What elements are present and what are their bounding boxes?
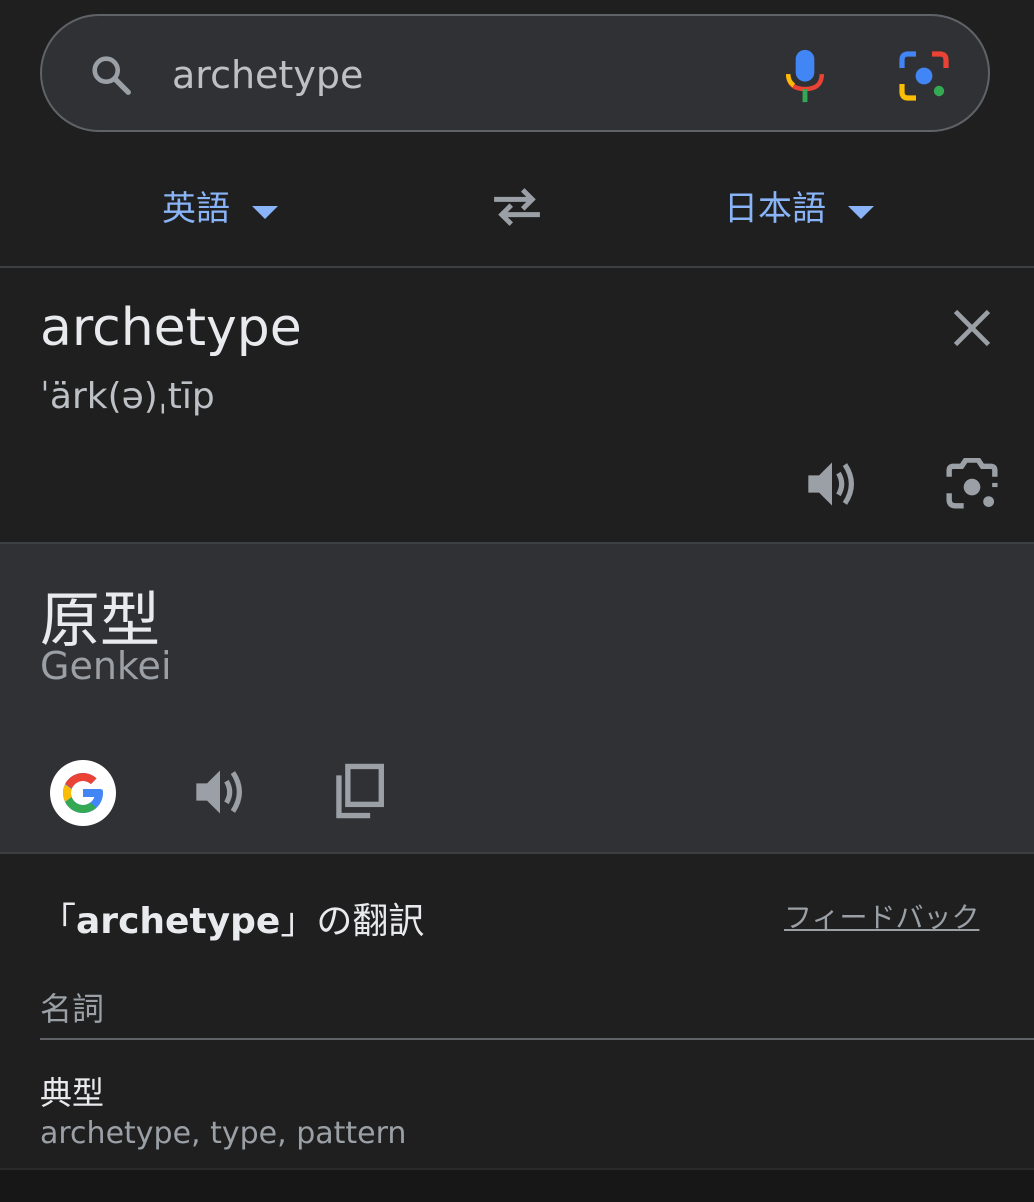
translation-result-panel: 原型 Genkei bbox=[0, 544, 1034, 854]
search-bar[interactable]: archetype bbox=[40, 14, 990, 132]
part-of-speech-label: 名詞 bbox=[40, 990, 105, 1028]
chevron-down-icon bbox=[848, 205, 874, 219]
heading-prefix: 「 bbox=[40, 901, 77, 942]
source-panel: archetype ˈärk(ə)ˌtīp bbox=[0, 268, 1034, 544]
camera-lens-icon[interactable] bbox=[944, 458, 1000, 512]
language-bar: 英語 日本語 bbox=[0, 156, 1034, 268]
source-text[interactable]: archetype bbox=[40, 298, 302, 358]
google-lens-icon[interactable] bbox=[898, 50, 950, 102]
chevron-down-icon bbox=[252, 205, 278, 219]
search-icon[interactable] bbox=[88, 52, 134, 98]
bottom-edge bbox=[0, 1168, 1034, 1202]
speaker-icon[interactable] bbox=[192, 766, 248, 818]
swap-languages-icon[interactable] bbox=[490, 186, 544, 228]
google-g-icon bbox=[63, 773, 103, 813]
translation-entry-word: 典型 bbox=[40, 1074, 105, 1112]
heading-suffix: 」の翻訳 bbox=[280, 901, 425, 942]
source-language-selector[interactable]: 英語 bbox=[162, 184, 278, 234]
target-language-selector[interactable]: 日本語 bbox=[724, 184, 874, 234]
translation-entry-synonyms: archetype, type, pattern bbox=[40, 1116, 407, 1151]
heading-term: archetype bbox=[76, 901, 281, 942]
target-language-label: 日本語 bbox=[724, 189, 826, 229]
search-input[interactable]: archetype bbox=[172, 52, 363, 98]
search-area: archetype bbox=[0, 0, 1034, 156]
divider bbox=[40, 1038, 1034, 1040]
translations-heading: 「archetype」の翻訳 bbox=[40, 892, 424, 944]
speaker-icon[interactable] bbox=[804, 458, 860, 510]
source-phonetic: ˈärk(ə)ˌtīp bbox=[40, 376, 215, 417]
close-icon[interactable] bbox=[950, 306, 994, 350]
source-language-label: 英語 bbox=[162, 189, 230, 229]
microphone-icon[interactable] bbox=[782, 48, 828, 104]
feedback-link[interactable]: フィードバック bbox=[784, 896, 979, 936]
copy-icon[interactable] bbox=[332, 762, 386, 820]
translation-romanization: Genkei bbox=[40, 644, 172, 688]
google-logo-icon[interactable] bbox=[50, 760, 116, 826]
